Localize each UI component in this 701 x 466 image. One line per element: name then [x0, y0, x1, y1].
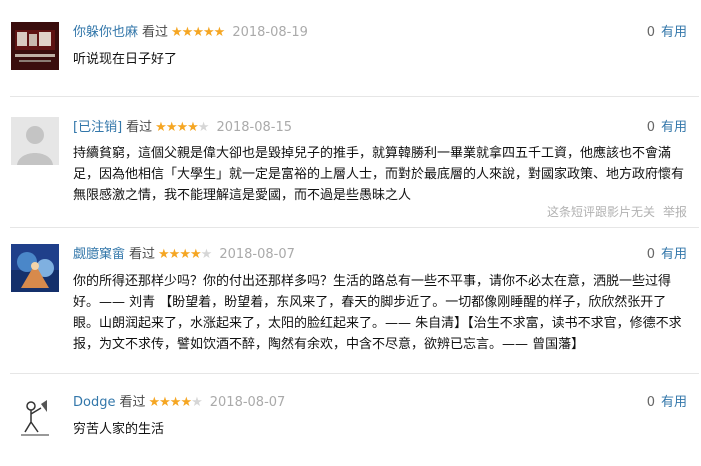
- comment-date: 2018-08-07: [209, 395, 286, 410]
- rating-stars: ★★★★★: [148, 395, 202, 410]
- vote-area: 0 有用: [647, 117, 687, 139]
- comment-meta: 你躲你也麻 看过 ★★★★★ 2018-08-19: [73, 22, 308, 44]
- comment-date: 2018-08-19: [232, 25, 308, 40]
- avatar[interactable]: [11, 117, 59, 165]
- watched-label: 看过: [129, 247, 156, 262]
- comment-meta: 觑臆窠畲 看过 ★★★★★ 2018-08-07: [73, 244, 295, 266]
- comment-item: 觑臆窠畲 看过 ★★★★★ 2018-08-07 0 有用 你的所得还那样少吗？你的付出…: [0, 233, 701, 373]
- rating-stars: ★★★★★: [171, 25, 225, 40]
- useful-vote-button[interactable]: 有用: [661, 120, 687, 135]
- vote-area: 0 有用: [647, 392, 687, 414]
- comment-text: 听说现在日子好了: [73, 52, 178, 67]
- watched-label: 看过: [142, 25, 169, 40]
- comment-text: 持續貧窮，這個父親是偉大卻也是毀掉兒子的推手，就算韓勝利一畢業就拿四五千工資，他…: [73, 146, 685, 203]
- author-link[interactable]: 觑臆窠畲: [73, 247, 125, 262]
- vote-count: 0: [646, 395, 655, 410]
- comment-text: 穷苦人家的生活: [73, 422, 165, 437]
- useful-vote-button[interactable]: 有用: [661, 247, 687, 262]
- comment-meta: [已注销] 看过 ★★★★★ 2018-08-15: [73, 117, 292, 139]
- author-link[interactable]: Dodge: [73, 395, 115, 410]
- vote-count: 0: [646, 25, 655, 40]
- report-link[interactable]: 举报: [663, 205, 687, 219]
- useful-vote-button[interactable]: 有用: [661, 25, 687, 40]
- divider: [10, 227, 699, 228]
- author-link[interactable]: [已注销]: [73, 120, 122, 135]
- vote-count: 0: [646, 120, 655, 135]
- comment-item: [已注销] 看过 ★★★★★ 2018-08-15 0 有用 持續貧窮，這個父親是偉大卻…: [0, 97, 701, 227]
- comment-meta: Dodge 看过 ★★★★★ 2018-08-07: [73, 392, 285, 414]
- comment-item: 你躲你也麻 看过 ★★★★★ 2018-08-19 0 有用 听说现在日子好了: [0, 0, 701, 90]
- avatar[interactable]: [11, 22, 59, 70]
- vote-count: 0: [646, 247, 655, 262]
- unrelated-flag-link[interactable]: 这条短评跟影片无关: [547, 205, 655, 219]
- vote-area: 0 有用: [647, 244, 687, 266]
- rating-stars: ★★★★★: [158, 247, 212, 262]
- rating-stars: ★★★★★: [155, 120, 209, 135]
- comment-footer: 这条短评跟影片无关 举报: [547, 203, 687, 220]
- vote-area: 0 有用: [647, 22, 687, 44]
- comment-text: 你的所得还那样少吗？你的付出还那样多吗？生活的路总有一些不平事，请你不必太在意，…: [73, 274, 682, 352]
- watched-label: 看过: [126, 120, 153, 135]
- avatar[interactable]: [11, 244, 59, 292]
- comment-date: 2018-08-07: [219, 247, 295, 262]
- comment-item: Dodge 看过 ★★★★★ 2018-08-07 0 有用 穷苦人家的生活: [0, 374, 701, 466]
- author-link[interactable]: 你躲你也麻: [73, 25, 138, 40]
- avatar[interactable]: [11, 392, 59, 440]
- watched-label: 看过: [119, 395, 146, 410]
- useful-vote-button[interactable]: 有用: [661, 395, 687, 410]
- comment-date: 2018-08-15: [216, 120, 293, 135]
